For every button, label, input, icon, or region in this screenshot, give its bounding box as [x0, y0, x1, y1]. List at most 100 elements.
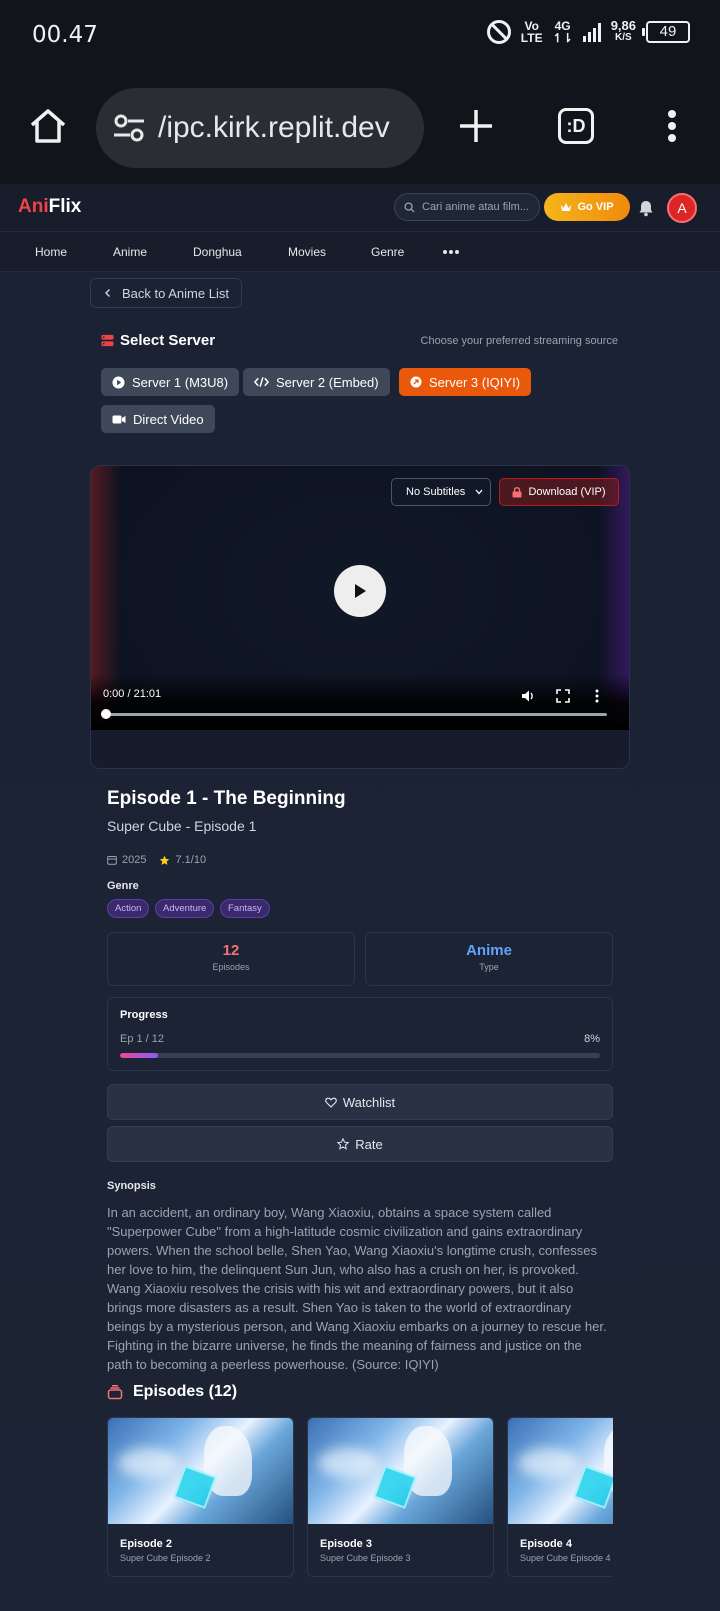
server-hint: Choose your preferred streaming source — [420, 335, 618, 347]
genre-tag[interactable]: Action — [107, 899, 150, 918]
video-camera-icon — [112, 415, 126, 423]
home-icon[interactable] — [28, 106, 68, 146]
play-button[interactable] — [334, 565, 386, 617]
episode-card-desc: Super Cube Episode 4 — [520, 1553, 611, 1563]
episode-rating: 7.1/10 — [175, 854, 207, 866]
episodes-label: Episodes — [212, 962, 250, 972]
back-button[interactable]: Back to Anime List — [90, 278, 242, 308]
new-tab-icon[interactable] — [458, 108, 494, 144]
status-icons: Vo LTE 4G ↿⇂ 9,86 K/S 49 — [486, 18, 690, 45]
progress-episode: Ep 1 / 12 — [120, 1033, 165, 1045]
progress-percent: 8% — [584, 1033, 600, 1045]
progress-bar — [120, 1053, 600, 1058]
avatar[interactable]: A — [667, 193, 697, 223]
episodes-list[interactable]: Episode 2 Super Cube Episode 2 Episode 3… — [107, 1417, 613, 1611]
direct-video-button[interactable]: Direct Video — [101, 405, 215, 433]
search-icon — [404, 201, 415, 213]
signal-icon — [582, 22, 601, 42]
genre-tag[interactable]: Fantasy — [220, 899, 270, 918]
episode-subtitle: Super Cube - Episode 1 — [107, 818, 257, 834]
server-1-button[interactable]: Server 1 (M3U8) — [101, 368, 240, 396]
server-icon — [101, 334, 114, 347]
episode-card-desc: Super Cube Episode 2 — [120, 1553, 211, 1563]
tab-switcher-button[interactable]: :D — [558, 108, 594, 144]
main-content: Back to Anime List Select Server Choose … — [0, 272, 720, 1611]
search-placeholder: Cari anime atau film... — [422, 201, 529, 213]
fullscreen-icon[interactable] — [555, 688, 571, 704]
star-outline-icon — [337, 1138, 350, 1150]
type-stat-card: Anime Type — [365, 932, 613, 986]
server-section-title: Select Server — [101, 332, 215, 349]
nav-item-movies[interactable]: Movies — [288, 245, 326, 259]
episode-card[interactable]: Episode 4 Super Cube Episode 4 — [507, 1417, 613, 1577]
episodes-heading: Episodes (12) — [107, 1383, 237, 1401]
lock-icon — [512, 486, 522, 497]
progress-bar-fill — [120, 1053, 159, 1058]
episode-thumbnail — [508, 1418, 613, 1524]
chevron-left-icon — [105, 289, 110, 297]
play-circle-icon — [112, 375, 125, 389]
episode-card[interactable]: Episode 3 Super Cube Episode 3 — [307, 1417, 494, 1577]
main-nav: Home Anime Donghua Movies Genre — [0, 232, 720, 272]
episode-card-desc: Super Cube Episode 3 — [320, 1553, 411, 1563]
video-player[interactable]: No Subtitles Download (VIP) 0:00 / 21:01 — [90, 465, 630, 769]
seek-thumb[interactable] — [101, 709, 111, 719]
chevron-down-icon — [475, 489, 483, 495]
episode-card-title: Episode 4 — [520, 1538, 572, 1550]
url-bar[interactable]: /ipc.kirk.replit.dev — [96, 88, 424, 168]
server-3-button[interactable]: Server 3 (IQIYI) — [399, 368, 532, 396]
progress-card: Progress Ep 1 / 12 8% — [107, 997, 613, 1071]
layers-icon — [107, 1385, 123, 1400]
bell-icon[interactable] — [636, 198, 656, 218]
download-vip-button[interactable]: Download (VIP) — [499, 478, 619, 506]
type-label: Type — [479, 962, 499, 972]
browser-menu-icon[interactable] — [666, 110, 678, 146]
type-value: Anime — [466, 942, 512, 959]
rate-button[interactable]: Rate — [107, 1126, 613, 1162]
synopsis-text: In an accident, an ordinary boy, Wang Xi… — [107, 1205, 607, 1372]
episode-card[interactable]: Episode 2 Super Cube Episode 2 — [107, 1417, 294, 1577]
server-2-button[interactable]: Server 2 (Embed) — [243, 368, 390, 396]
synopsis-title: Synopsis — [107, 1180, 156, 1192]
watchlist-button[interactable]: Watchlist — [107, 1084, 613, 1120]
episode-thumbnail — [108, 1418, 293, 1524]
nav-item-genre[interactable]: Genre — [371, 245, 404, 259]
play-icon — [355, 584, 366, 598]
battery-icon: 49 — [642, 21, 690, 43]
site-header: AniFlix Cari anime atau film... Go VIP A — [0, 184, 720, 232]
episode-title: Episode 1 - The Beginning — [107, 788, 346, 809]
more-icon[interactable] — [443, 249, 459, 254]
subtitle-select[interactable]: No Subtitles — [391, 478, 491, 506]
episodes-stat-card: 12 Episodes — [107, 932, 355, 986]
data-speed: 9,86 K/S — [610, 18, 636, 43]
search-input[interactable]: Cari anime atau film... — [394, 193, 540, 221]
status-time: 00.47 — [32, 22, 98, 48]
episodes-count: 12 — [222, 942, 240, 959]
volume-icon[interactable] — [520, 688, 536, 704]
genre-tag[interactable]: Adventure — [155, 899, 215, 918]
nav-item-donghua[interactable]: Donghua — [193, 245, 242, 259]
seek-bar[interactable] — [105, 713, 607, 716]
player-menu-icon[interactable] — [589, 688, 605, 704]
browser-toolbar: /ipc.kirk.replit.dev :D — [0, 72, 720, 184]
status-bar: 00.47 Vo LTE 4G ↿⇂ 9,86 K/S 49 — [0, 0, 720, 72]
episode-meta: 2025 7.1/10 — [107, 854, 206, 866]
episode-card-title: Episode 2 — [120, 1538, 172, 1550]
network-type-indicator: 4G ↿⇂ — [552, 19, 573, 45]
site-logo[interactable]: AniFlix — [18, 196, 81, 218]
calendar-icon — [107, 856, 117, 865]
episode-year: 2025 — [122, 854, 147, 866]
episode-card-title: Episode 3 — [320, 1538, 372, 1550]
player-controls — [91, 674, 629, 730]
crown-icon — [561, 203, 572, 211]
iqiyi-icon — [410, 376, 422, 388]
go-vip-button[interactable]: Go VIP — [544, 193, 630, 221]
site-settings-icon[interactable] — [112, 111, 146, 145]
do-not-disturb-icon — [486, 20, 511, 44]
code-icon — [254, 377, 269, 387]
episode-thumbnail — [308, 1418, 493, 1524]
nav-item-anime[interactable]: Anime — [113, 245, 147, 259]
nav-item-home[interactable]: Home — [35, 245, 67, 259]
volte-indicator: Vo LTE — [520, 19, 543, 45]
genre-label: Genre — [107, 880, 139, 892]
